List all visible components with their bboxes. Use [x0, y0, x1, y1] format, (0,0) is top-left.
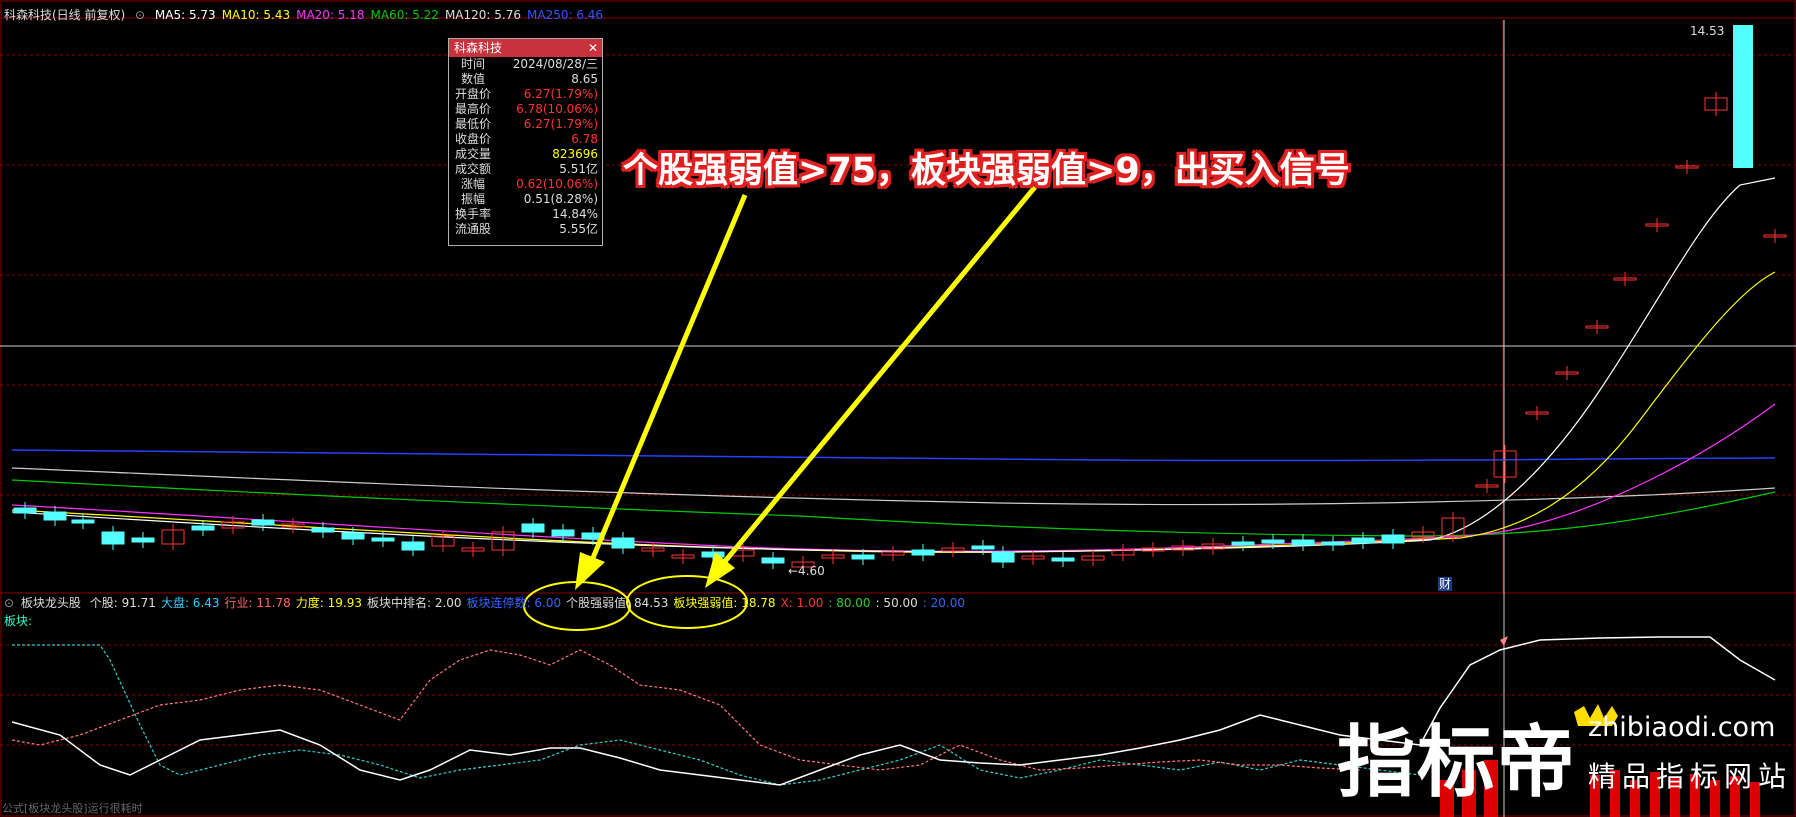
indicator-settings-icon[interactable]: ⊙ — [4, 596, 14, 610]
indicator-legend-item: 板块中排名: 2.00 — [366, 596, 462, 610]
info-row: 成交量 823696 — [449, 147, 602, 162]
indicator-legend-item: : 50.00 — [875, 596, 918, 610]
ma-legend-item: MA10: 5.43 — [221, 8, 291, 22]
status-text: 公式[板块龙头股]运行很耗时 — [2, 802, 143, 815]
info-row: 流通股 5.55亿 — [449, 222, 602, 237]
info-row-value: 5.55亿 — [559, 222, 598, 236]
info-row: 开盘价 6.27(1.79%) — [449, 87, 602, 102]
info-row-value: 0.51(8.28%) — [523, 192, 598, 206]
info-row-value: 5.51亿 — [559, 162, 598, 176]
indicator-legend-item: 大盘: 6.43 — [160, 596, 220, 610]
high-cyan-bar — [1733, 25, 1753, 168]
close-icon[interactable]: ✕ — [588, 39, 598, 57]
info-row-value: 6.78(10.06%) — [516, 102, 598, 116]
info-row-key: 振幅 — [460, 192, 485, 206]
info-row-key: 数值 — [460, 72, 485, 86]
info-row: 换手率 14.84% — [449, 207, 602, 222]
ma120-line — [11, 467, 1776, 506]
stock-title[interactable]: 科森科技(日线 前复权) — [4, 8, 125, 22]
chart-frame — [0, 0, 1796, 817]
ma-legend-item: MA250: 6.46 — [527, 8, 604, 22]
info-row: 最低价 6.27(1.79%) — [449, 117, 602, 132]
ma-legend-item: MA20: 5.18 — [296, 8, 365, 22]
indicator-legend-item: 力度: 19.93 — [295, 596, 362, 610]
annotation-headline: 个股强弱值>75，板块强弱值>9，出买入信号 — [623, 151, 1350, 191]
info-row: 涨幅 0.62(10.06%) — [449, 177, 602, 192]
info-row-value: 823696 — [552, 147, 598, 161]
ma-legend-item: MA5: 5.73 — [154, 8, 216, 22]
info-row: 数值 8.65 — [449, 72, 602, 87]
info-row-key: 开盘价 — [454, 87, 491, 101]
info-panel-header[interactable]: 科森科技 ✕ — [449, 39, 602, 57]
info-row: 振幅 0.51(8.28%) — [449, 192, 602, 207]
high-price-label: 14.53 — [1690, 24, 1725, 38]
info-row-key: 换手率 — [454, 207, 491, 221]
ma10-line — [11, 271, 1776, 553]
info-row-key: 时间 — [460, 57, 485, 71]
ma250-line — [11, 449, 1776, 462]
ma-legend-item: MA60: 5.22 — [370, 8, 439, 22]
info-row-value: 14.84% — [552, 207, 598, 221]
low-price-label: ←4.60 — [788, 564, 825, 578]
finance-marker[interactable]: 财 — [1438, 577, 1453, 591]
annotation-arrows — [575, 185, 1037, 590]
info-row-value: 2024/08/28/三 — [512, 57, 598, 71]
watermark-url: zhibiaodi.com — [1588, 712, 1776, 743]
info-row: 成交额 5.51亿 — [449, 162, 602, 177]
info-row: 最高价 6.78(10.06%) — [449, 102, 602, 117]
indicator-legend-item: : 80.00 — [828, 596, 871, 610]
ma-legend-item: MA120: 5.76 — [444, 8, 521, 22]
watermark-subtitle: 精品指标网站 — [1588, 760, 1793, 793]
ma5-line — [11, 177, 1776, 553]
info-row-value: 6.27(1.79%) — [523, 87, 598, 101]
info-row-key: 最低价 — [454, 117, 491, 131]
indicator-legend-bar: ⊙ 板块龙头股 个股: 91.71 大盘: 6.43 行业: 11.78 力度: 19… — [4, 594, 975, 610]
info-row-key: 流通股 — [454, 222, 491, 236]
indicator-legend-item: X: 1.00 — [780, 596, 824, 610]
info-row-key: 最高价 — [454, 102, 491, 116]
sector-label: 板块: — [4, 614, 33, 628]
info-row-key: 成交额 — [454, 162, 491, 176]
indicator-legend-item: 板块强弱值: 18.78 — [673, 596, 776, 610]
watermark-brand: 指标帝 — [1337, 717, 1578, 808]
ma20-line — [11, 403, 1776, 552]
indicator-name[interactable]: 板块龙头股 — [21, 596, 81, 610]
settings-icon[interactable]: ⊙ — [135, 8, 145, 22]
info-row-key: 成交量 — [454, 147, 491, 161]
indicator-legend-item: 板块连停数: 6.00 — [466, 596, 562, 610]
kline-chart — [0, 0, 1796, 817]
indicator-legend-item: : 20.00 — [922, 596, 966, 610]
ma-legend-bar: 科森科技(日线 前复权) ⊙ MA5: 5.73 MA10: 5.43 MA20: … — [4, 6, 615, 22]
info-row-value: 6.27(1.79%) — [523, 117, 598, 131]
price-gridlines — [0, 54, 1796, 496]
info-row-value: 8.65 — [571, 72, 598, 86]
industry-dashed-red — [11, 649, 1361, 771]
indicator-legend-item: 行业: 11.78 — [224, 596, 291, 610]
indicator-legend-item: 个股强弱值: 84.53 — [566, 596, 669, 610]
info-row-key: 收盘价 — [454, 132, 491, 146]
info-row-value: 6.78 — [571, 132, 598, 146]
info-row: 时间 2024/08/28/三 — [449, 57, 602, 72]
sector-dashed-cyan — [12, 644, 1421, 786]
price-info-panel: 科森科技 ✕ 时间 2024/08/28/三数值 8.65 开盘价 6.27(1.79%… — [448, 38, 603, 246]
info-row-value: 0.62(10.06%) — [516, 177, 598, 191]
info-panel-title: 科森科技 — [454, 41, 503, 55]
indicator-legend-item: 个股: 91.71 — [89, 596, 156, 610]
info-row-key: 涨幅 — [460, 177, 485, 191]
info-row: 收盘价 6.78 — [449, 132, 602, 147]
stock-chart-window: 科森科技(日线 前复权) ⊙ MA5: 5.73 MA10: 5.43 MA20: … — [0, 0, 1796, 817]
